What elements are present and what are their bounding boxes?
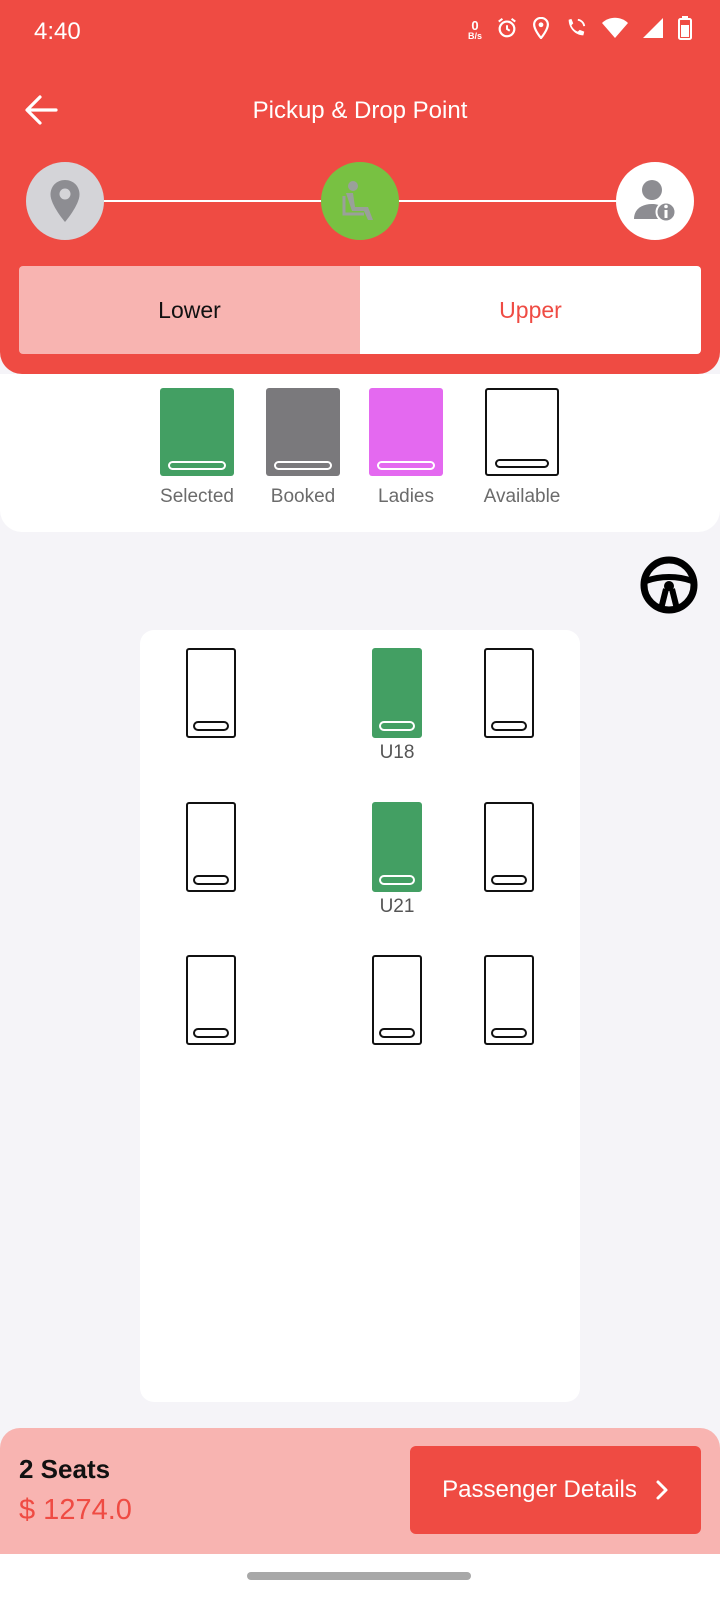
- tab-upper[interactable]: Upper: [360, 266, 701, 354]
- alarm-icon: [496, 17, 518, 43]
- legend-available-swatch: [485, 388, 559, 476]
- seat-available[interactable]: [484, 648, 534, 738]
- location-icon: [532, 16, 550, 43]
- seat-available[interactable]: [186, 955, 236, 1045]
- step-seat-selection[interactable]: [321, 162, 399, 240]
- seat-selected-u18[interactable]: [372, 648, 422, 738]
- seat-available[interactable]: [484, 802, 534, 892]
- seat-available[interactable]: [484, 955, 534, 1045]
- deck-tabs: Lower Upper: [19, 266, 701, 354]
- seat-selected-u21[interactable]: [372, 802, 422, 892]
- legend-booked: Booked: [253, 388, 353, 508]
- status-time: 4:40: [34, 18, 81, 45]
- seat-map-panel: U18 U21: [140, 630, 580, 1402]
- seat-label: U18: [379, 742, 415, 763]
- wifi-call-icon: [564, 17, 588, 43]
- battery-icon: [678, 16, 692, 44]
- seat-legend: Selected Booked Ladies Available: [0, 374, 720, 532]
- step-pickup-drop[interactable]: [26, 162, 104, 240]
- total-price: $ 1274.0: [19, 1494, 132, 1526]
- passenger-details-button[interactable]: Passenger Details: [410, 1446, 701, 1534]
- seat-icon: [342, 181, 373, 220]
- legend-label: Available: [483, 486, 561, 507]
- legend-label: Booked: [270, 486, 336, 507]
- legend-label: Ladies: [378, 486, 434, 507]
- home-indicator[interactable]: [247, 1572, 471, 1580]
- net-speed-unit: B/s: [467, 31, 482, 41]
- chevron-right-icon: [656, 1480, 668, 1500]
- passenger-details-label: Passenger Details: [442, 1476, 637, 1503]
- step-passenger-details[interactable]: [616, 162, 694, 240]
- seat-available[interactable]: [186, 802, 236, 892]
- legend-booked-swatch: [266, 388, 340, 476]
- tab-lower[interactable]: Lower: [19, 266, 360, 354]
- booking-summary-bar: 2 Seats $ 1274.0 Passenger Details: [0, 1428, 720, 1554]
- legend-selected: Selected: [147, 388, 247, 508]
- seat-count: 2 Seats: [19, 1454, 111, 1484]
- user-info-icon: [634, 180, 677, 223]
- legend-ladies: Ladies: [356, 388, 456, 508]
- system-nav-area: [0, 1554, 720, 1600]
- wifi-icon: [602, 17, 628, 43]
- cellular-signal-icon: [642, 17, 664, 43]
- legend-selected-swatch: [160, 388, 234, 476]
- legend-label: Selected: [160, 486, 234, 507]
- seat-available[interactable]: [186, 648, 236, 738]
- legend-ladies-swatch: [369, 388, 443, 476]
- legend-available: Available: [467, 388, 577, 508]
- location-pin-icon: [50, 180, 80, 222]
- page-title: Pickup & Drop Point: [252, 97, 468, 124]
- steering-wheel-icon: [640, 556, 698, 614]
- app-header: 4:40 0 B/s Pickup & Drop Point Lower Upp…: [0, 0, 720, 374]
- status-icons: 0 B/s: [468, 16, 692, 44]
- seat-label: U21: [379, 896, 415, 917]
- seat-available[interactable]: [372, 955, 422, 1045]
- net-speed-indicator: 0 B/s: [468, 19, 482, 41]
